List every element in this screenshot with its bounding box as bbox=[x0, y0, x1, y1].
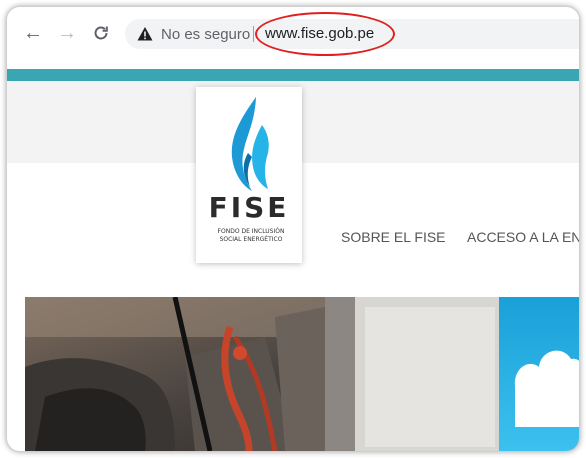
logo-tagline-line2: SOCIAL ENERGÉTICO bbox=[219, 236, 283, 243]
url-highlight-annotation bbox=[255, 12, 395, 56]
site-top-bar bbox=[7, 69, 579, 81]
browser-toolbar: ← → No es seguro www.fise.gob.pe bbox=[7, 7, 579, 69]
reload-button[interactable] bbox=[89, 21, 113, 45]
forward-button[interactable]: → bbox=[55, 21, 79, 45]
address-bar[interactable]: No es seguro www.fise.gob.pe bbox=[125, 12, 579, 56]
hero-banner-image bbox=[25, 297, 579, 451]
logo-tagline: FONDO DE INCLUSIÓN SOCIAL ENERGÉTICO bbox=[206, 228, 296, 244]
flame-icon bbox=[231, 97, 269, 191]
omnibox-divider bbox=[253, 26, 254, 42]
warning-triangle-icon bbox=[137, 27, 153, 41]
logo-tagline-line1: FONDO DE INCLUSIÓN bbox=[217, 228, 285, 235]
reload-icon bbox=[94, 26, 108, 40]
logo-wordmark: FISE bbox=[208, 191, 290, 224]
menu-item-acceso[interactable]: ACCESO A LA EN bbox=[467, 227, 579, 247]
arrow-left-icon: ← bbox=[23, 22, 43, 44]
arrow-right-icon: → bbox=[57, 22, 77, 44]
back-button[interactable]: ← bbox=[21, 21, 45, 45]
menu-item-sobre-el-fise[interactable]: SOBRE EL FISE bbox=[341, 227, 446, 247]
security-text: No es seguro bbox=[161, 25, 251, 43]
security-indicator[interactable]: No es seguro bbox=[137, 19, 250, 49]
screenshot-frame: ← → No es seguro www.fise.gob.pe FISE FO… bbox=[6, 6, 580, 452]
site-logo[interactable]: FISE FONDO DE INCLUSIÓN SOCIAL ENERGÉTIC… bbox=[196, 87, 302, 263]
